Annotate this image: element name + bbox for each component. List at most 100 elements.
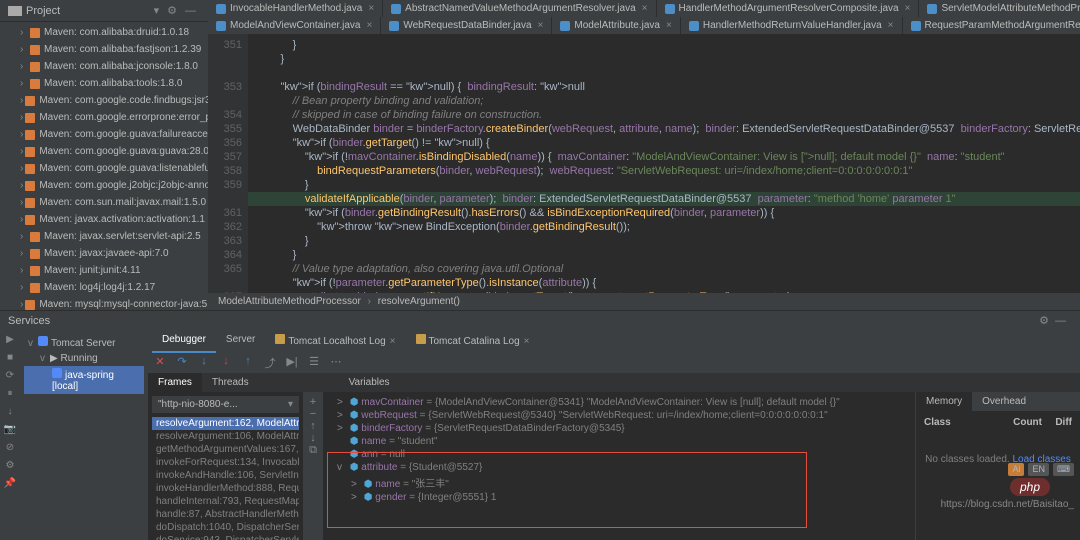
frames-list[interactable]: resolveArgument:162, ModelAttributeMreso… bbox=[152, 417, 299, 540]
tree-item[interactable]: ›Maven: com.google.guava:failureaccess:1… bbox=[0, 126, 208, 143]
threads-tab[interactable]: Threads bbox=[202, 373, 259, 392]
variable-row[interactable]: > ⬢ mavContainer = {ModelAndViewContaine… bbox=[327, 396, 911, 409]
thread-dropdown[interactable]: "http-nio-8080-e... ▾ bbox=[152, 396, 299, 413]
rerun-icon[interactable]: ▶ bbox=[0, 334, 20, 352]
editor-tab[interactable]: InvocableHandlerMethod.java× bbox=[208, 0, 383, 17]
remove-watch-icon[interactable]: − bbox=[303, 408, 323, 420]
debug-tab[interactable]: Debugger bbox=[152, 330, 216, 353]
variable-row[interactable]: > ⬢ gender = {Integer@5551} 1 bbox=[327, 491, 911, 504]
editor-tab[interactable]: ModelAttribute.java× bbox=[552, 17, 680, 34]
breadcrumb-method[interactable]: resolveArgument() bbox=[378, 296, 460, 307]
tree-item[interactable]: ›Maven: javax:javaee-api:7.0 bbox=[0, 245, 208, 262]
editor-tab[interactable]: RequestParamMethodArgumentResolver.java× bbox=[903, 17, 1080, 34]
tree-item[interactable]: ›Maven: com.alibaba:tools:1.8.0 bbox=[0, 75, 208, 92]
stack-frame[interactable]: handleInternal:793, RequestMappingH bbox=[152, 495, 299, 508]
editor-tab[interactable]: ServletModelAttributeMethodProcessor.jav… bbox=[919, 0, 1080, 17]
editor-area: InvocableHandlerMethod.java×AbstractName… bbox=[208, 0, 1080, 310]
overhead-tab[interactable]: Overhead bbox=[972, 392, 1036, 411]
tree-item[interactable]: ›Maven: com.alibaba:druid:1.0.18 bbox=[0, 24, 208, 41]
drop-frame-icon[interactable]: ⤴ bbox=[262, 355, 278, 371]
project-tree[interactable]: ›Maven: com.alibaba:druid:1.0.18›Maven: … bbox=[0, 22, 208, 310]
evaluate-icon[interactable]: ☰ bbox=[306, 355, 322, 371]
debug-tab[interactable]: Server bbox=[216, 330, 265, 353]
variable-row[interactable]: > ⬢ binderFactory = {ServletRequestDataB… bbox=[327, 422, 911, 435]
code-editor[interactable]: 3513533543553563573583593613623633643653… bbox=[208, 34, 1080, 293]
settings-gear-icon[interactable]: ⚙ bbox=[167, 4, 177, 17]
stack-frame[interactable]: doService:943, DispatcherServlet (org.s bbox=[152, 534, 299, 540]
java-spring-config[interactable]: java-spring [local] bbox=[24, 366, 144, 394]
step-icon[interactable]: ↓ bbox=[0, 406, 20, 424]
minimize-icon[interactable]: — bbox=[1055, 315, 1066, 327]
force-step-into-icon[interactable]: ↓ bbox=[218, 355, 234, 371]
run-to-cursor-icon[interactable]: ▶| bbox=[284, 355, 300, 371]
tree-item[interactable]: ›Maven: com.alibaba:fastjson:1.2.39 bbox=[0, 41, 208, 58]
up-icon[interactable]: ↑ bbox=[303, 420, 323, 432]
pin-icon[interactable]: 📌 bbox=[0, 478, 20, 496]
stack-frame[interactable]: getMethodArgumentValues:167, Invoca bbox=[152, 443, 299, 456]
settings-icon[interactable]: ⚙ bbox=[0, 460, 20, 478]
variables-panel[interactable]: > ⬢ mavContainer = {ModelAndViewContaine… bbox=[323, 392, 915, 540]
variable-row[interactable]: v ⬢ attribute = {Student@5527} bbox=[327, 461, 911, 474]
tree-item[interactable]: ›Maven: javax.activation:activation:1.1 bbox=[0, 211, 208, 228]
step-into-icon[interactable]: ↓ bbox=[196, 355, 212, 371]
tomcat-server-node[interactable]: vTomcat Server bbox=[24, 334, 144, 351]
memory-tab[interactable]: Memory bbox=[916, 392, 972, 411]
down-icon[interactable]: ↓ bbox=[303, 432, 323, 444]
copy-icon[interactable]: ⧉ bbox=[303, 444, 323, 457]
variable-row[interactable]: ⬢ ann = null bbox=[327, 448, 911, 461]
breadcrumb-class[interactable]: ModelAttributeMethodProcessor bbox=[218, 296, 361, 307]
tree-item[interactable]: ›Maven: com.google.errorprone:error_pron… bbox=[0, 109, 208, 126]
editor-tab[interactable]: AbstractNamedValueMethodArgumentResolver… bbox=[383, 0, 656, 17]
step-over-icon[interactable]: ↷ bbox=[174, 355, 190, 371]
tree-item[interactable]: ›Maven: com.google.guava:guava:28.0-jre bbox=[0, 143, 208, 160]
editor-tab[interactable]: WebRequestDataBinder.java× bbox=[381, 17, 552, 34]
stack-frame[interactable]: resolveArgument:162, ModelAttributeM bbox=[152, 417, 299, 430]
breadcrumb[interactable]: ModelAttributeMethodProcessor › resolveA… bbox=[208, 293, 1080, 310]
tree-item[interactable]: ›Maven: log4j:log4j:1.2.17 bbox=[0, 279, 208, 296]
tree-item[interactable]: ›Maven: com.google.j2objc:j2objc-annotat… bbox=[0, 177, 208, 194]
stack-frame[interactable]: resolveArgument:106, ModelAttributeM bbox=[152, 430, 299, 443]
server-icon bbox=[52, 368, 62, 378]
collapse-icon[interactable]: — bbox=[185, 5, 196, 17]
tree-item[interactable]: ›Maven: com.google.code.findbugs:jsr305:… bbox=[0, 92, 208, 109]
photo-icon[interactable]: 📷 bbox=[0, 424, 20, 442]
ai-badge: Ai bbox=[1008, 463, 1024, 476]
stack-frame[interactable]: invokeHandlerMethod:888, RequestMa bbox=[152, 482, 299, 495]
stack-frame[interactable]: handle:87, AbstractHandlerMethodAda bbox=[152, 508, 299, 521]
stop-icon[interactable]: ■ bbox=[0, 352, 20, 370]
tree-item[interactable]: ›Maven: javax.servlet:servlet-api:2.5 bbox=[0, 228, 208, 245]
trace-icon[interactable]: ⋯ bbox=[328, 355, 344, 371]
tree-item[interactable]: ›Maven: mysql:mysql-connector-java:5.1.4… bbox=[0, 296, 208, 310]
code-content[interactable]: } } "kw">if (bindingResult == "kw">null)… bbox=[248, 34, 1080, 293]
dropdown-icon[interactable]: ▾ bbox=[154, 4, 160, 17]
gear-icon[interactable]: ⚙ bbox=[1039, 314, 1049, 327]
mute-icon[interactable]: ⊘ bbox=[0, 442, 20, 460]
stack-frame[interactable]: invokeForRequest:134, InvocableHandl bbox=[152, 456, 299, 469]
chevron-down-icon: ▾ bbox=[288, 399, 293, 410]
variable-row[interactable]: ⬢ name = "student" bbox=[327, 435, 911, 448]
tree-item[interactable]: ›Maven: com.sun.mail:javax.mail:1.5.0 bbox=[0, 194, 208, 211]
debug-tab[interactable]: Tomcat Catalina Log× bbox=[406, 330, 540, 353]
frames-tab[interactable]: Frames bbox=[148, 373, 202, 392]
add-watch-icon[interactable]: + bbox=[303, 396, 323, 408]
tree-item[interactable]: ›Maven: junit:junit:4.11 bbox=[0, 262, 208, 279]
stack-frame[interactable]: invokeAndHandle:106, ServletInvocabl bbox=[152, 469, 299, 482]
variable-row[interactable]: > ⬢ webRequest = {ServletWebRequest@5340… bbox=[327, 409, 911, 422]
url-watermark: https://blog.csdn.net/Baisitao_ bbox=[941, 499, 1074, 510]
chevron-right-icon: › bbox=[368, 296, 371, 307]
debug-tab[interactable]: Tomcat Localhost Log× bbox=[265, 330, 405, 353]
variables-tab[interactable]: Variables bbox=[339, 373, 400, 392]
tree-item[interactable]: ›Maven: com.alibaba:jconsole:1.8.0 bbox=[0, 58, 208, 75]
pause-icon[interactable]: ⏸ bbox=[0, 388, 20, 406]
editor-tab[interactable]: HandlerMethodReturnValueHandler.java× bbox=[681, 17, 903, 34]
variable-row[interactable]: > ⬢ name = "张三丰" bbox=[327, 474, 911, 491]
resume-icon[interactable]: ⟳ bbox=[0, 370, 20, 388]
step-out-icon[interactable]: ↑ bbox=[240, 355, 256, 371]
tree-item[interactable]: ›Maven: com.google.guava:listenablefutur… bbox=[0, 160, 208, 177]
editor-tab[interactable]: ModelAndViewContainer.java× bbox=[208, 17, 381, 34]
debug-server-tree[interactable]: vTomcat Server v▶ Running java-spring [l… bbox=[20, 330, 148, 540]
stack-frame[interactable]: doDispatch:1040, DispatcherServlet (or bbox=[152, 521, 299, 534]
running-node[interactable]: v▶ Running bbox=[24, 351, 144, 366]
editor-tab[interactable]: HandlerMethodArgumentResolverComposite.j… bbox=[657, 0, 920, 17]
close-icon[interactable]: ✕ bbox=[152, 355, 168, 371]
